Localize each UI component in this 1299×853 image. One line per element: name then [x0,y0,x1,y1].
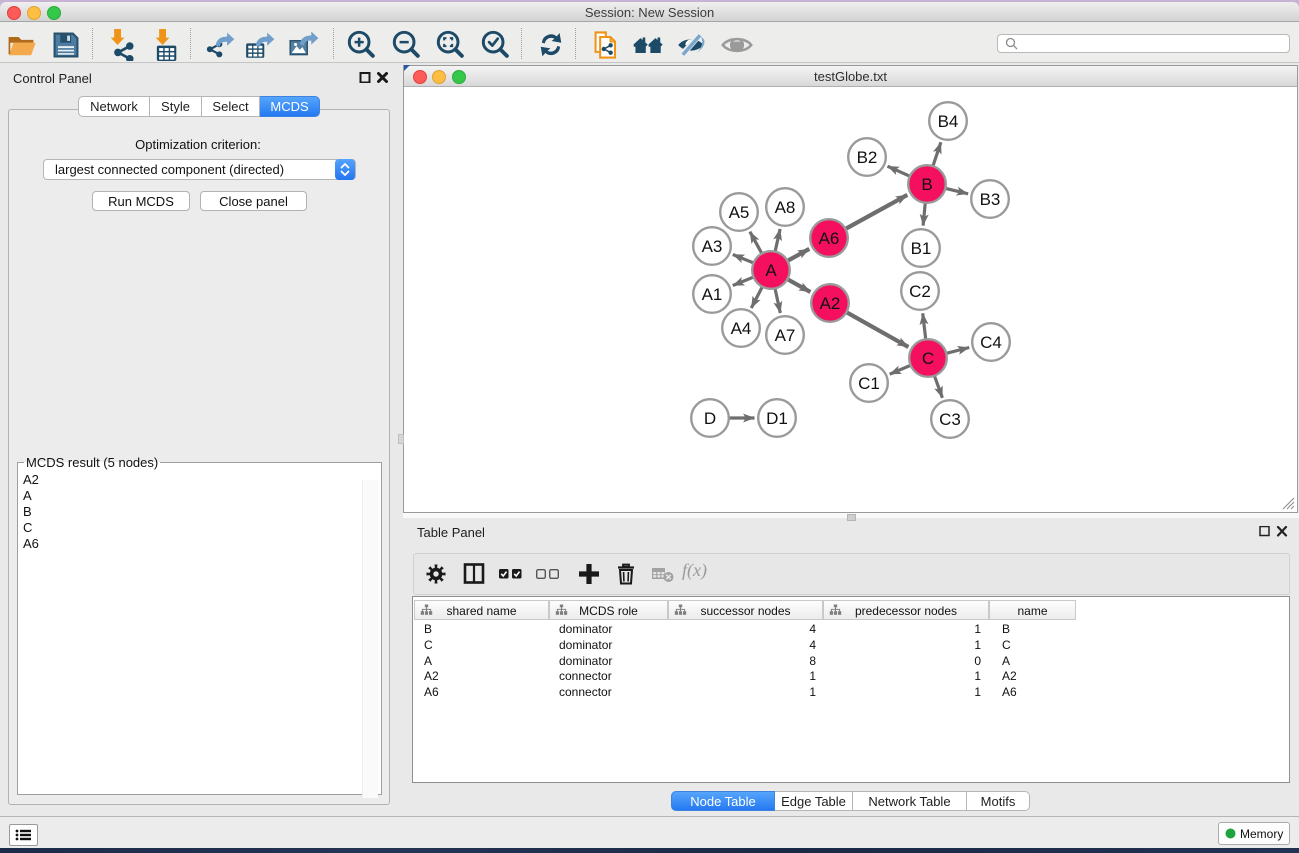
svg-text:B4: B4 [938,112,959,131]
svg-text:A: A [765,261,777,280]
svg-text:A3: A3 [702,237,723,256]
svg-text:A5: A5 [729,203,750,222]
svg-text:B3: B3 [980,190,1001,209]
svg-text:C2: C2 [909,282,931,301]
svg-text:C: C [922,349,934,368]
svg-text:C3: C3 [939,410,961,429]
svg-text:A4: A4 [731,319,752,338]
svg-text:C1: C1 [858,374,880,393]
svg-text:D: D [704,409,716,428]
svg-text:C4: C4 [980,333,1002,352]
svg-text:A6: A6 [819,229,840,248]
svg-text:B: B [921,175,932,194]
svg-text:A1: A1 [702,285,723,304]
svg-text:B2: B2 [857,148,878,167]
svg-text:A2: A2 [820,294,841,313]
svg-text:D1: D1 [766,409,788,428]
svg-text:A7: A7 [775,326,796,345]
svg-text:B1: B1 [911,239,932,258]
svg-text:A8: A8 [775,198,796,217]
